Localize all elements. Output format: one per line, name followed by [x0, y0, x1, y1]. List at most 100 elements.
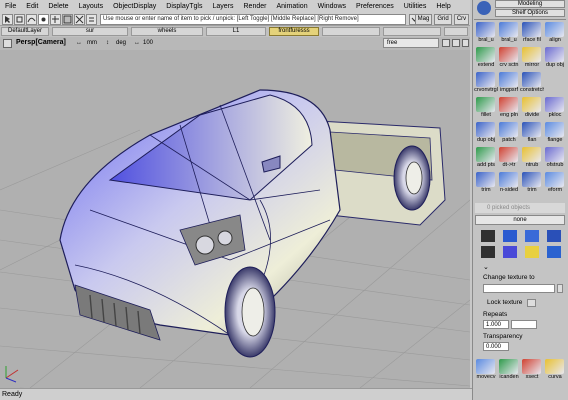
- menu-layouts[interactable]: Layouts: [74, 3, 109, 10]
- shelf-tool-n-sided[interactable]: n-sided: [497, 171, 520, 195]
- shelf-tool-eform[interactable]: eform: [543, 171, 566, 195]
- pick-options-icon[interactable]: [86, 14, 97, 25]
- lock-texture-checkbox[interactable]: [527, 299, 536, 307]
- duplicate-object-icon: [545, 47, 564, 62]
- shelf-tool-label: dup obj: [545, 62, 565, 68]
- texture-browse-icon[interactable]: [557, 284, 563, 293]
- menu-windows[interactable]: Windows: [313, 3, 351, 10]
- camera-mode-select[interactable]: free: [383, 38, 439, 48]
- repeats-u-field[interactable]: 1.000: [483, 320, 509, 329]
- mag-button[interactable]: Mag: [415, 14, 432, 25]
- shelf-tool-rface-fil[interactable]: rface fil: [520, 21, 543, 45]
- close-icon[interactable]: [462, 39, 469, 47]
- pick-cv-icon[interactable]: [14, 14, 25, 25]
- shelf-options-button[interactable]: Shelf Options: [495, 9, 565, 17]
- shelf-tool-ntrub[interactable]: ntrub: [520, 146, 543, 170]
- shelf-tool-extend[interactable]: extend: [474, 46, 497, 70]
- shader-swatch-8[interactable]: [547, 246, 561, 258]
- shelf-tool-crvonvtrgl[interactable]: crvonvtrgl: [474, 71, 498, 95]
- menu-delete[interactable]: Delete: [43, 3, 73, 10]
- layer-empty-1[interactable]: [322, 27, 380, 36]
- prompt-line[interactable]: Use mouse or enter name of item to pick …: [100, 14, 406, 25]
- window-menu-icon[interactable]: [3, 39, 12, 48]
- shelf-tool-flan[interactable]: flan: [520, 121, 543, 145]
- menu-displaytgls[interactable]: DisplayTgls: [161, 3, 207, 10]
- shelf-tool-trim[interactable]: trim: [474, 171, 497, 195]
- layer-empty-2[interactable]: [383, 27, 441, 36]
- shelf-tool-curva[interactable]: curva: [543, 358, 566, 382]
- shelf-tool-eng-pln[interactable]: eng pln: [497, 96, 520, 120]
- zoom-arrows-icon[interactable]: ↔: [134, 40, 140, 46]
- shelf-tool-crv-sctn[interactable]: crv sctn: [497, 46, 520, 70]
- shader-swatch-2[interactable]: [503, 230, 517, 242]
- menu-animation[interactable]: Animation: [271, 3, 312, 10]
- shelf-tool-blank[interactable]: [543, 71, 566, 95]
- picked-objects-select[interactable]: none: [475, 215, 565, 225]
- dolly-arrows-icon[interactable]: ↕: [106, 40, 109, 46]
- menu-edit[interactable]: Edit: [21, 3, 43, 10]
- layer-l1[interactable]: L1: [206, 27, 266, 36]
- shelf-tool-constretch[interactable]: constretch: [520, 71, 544, 95]
- shelf-tool-fillet[interactable]: fillet: [474, 96, 497, 120]
- menu-file[interactable]: File: [0, 3, 21, 10]
- shelf-tool-divide[interactable]: divide: [520, 96, 543, 120]
- shelf-tool-dup-obj[interactable]: dup obj: [543, 46, 566, 70]
- shelf-tool-flange[interactable]: flange: [543, 121, 566, 145]
- texture-field[interactable]: [483, 284, 555, 293]
- shelf-tool-align[interactable]: align: [543, 21, 566, 45]
- shader-swatch-3[interactable]: [525, 230, 539, 242]
- shelf-tool-bral-u[interactable]: bral_u: [497, 21, 520, 45]
- modeling-globe-icon[interactable]: [477, 1, 491, 15]
- maximize-icon[interactable]: [452, 39, 460, 47]
- perspective-viewport[interactable]: [0, 50, 470, 388]
- crv-button[interactable]: Crv: [454, 14, 469, 25]
- shelf-tool-xsect[interactable]: xsect: [520, 358, 543, 382]
- layer-sur[interactable]: sur: [52, 27, 128, 36]
- layer-frontfuresss[interactable]: frontfuresss: [269, 27, 319, 36]
- pick-locator-icon[interactable]: [74, 14, 85, 25]
- menu-layers[interactable]: Layers: [207, 3, 238, 10]
- menu-help[interactable]: Help: [431, 3, 455, 10]
- repeats-v-field[interactable]: [511, 320, 537, 329]
- menu-preferences[interactable]: Preferences: [351, 3, 399, 10]
- layer-wheels[interactable]: wheels: [131, 27, 203, 36]
- shelf-tool-ofstrub[interactable]: ofstrub: [543, 146, 566, 170]
- shelf-tool-dup-obj[interactable]: dup obj: [474, 121, 497, 145]
- model-canvas[interactable]: [0, 50, 470, 388]
- pick-template-icon[interactable]: [62, 14, 73, 25]
- shelf-tab-modeling[interactable]: Modeling: [495, 0, 565, 8]
- pick-point-icon[interactable]: [38, 14, 49, 25]
- transparency-label: Transparency: [483, 333, 523, 340]
- layer-empty-3[interactable]: [444, 27, 468, 36]
- menu-utilities[interactable]: Utilities: [399, 3, 432, 10]
- shader-swatch-7[interactable]: [525, 246, 539, 258]
- track-arrows-icon[interactable]: ↔: [76, 40, 82, 46]
- shelf-tool-patch[interactable]: patch: [497, 121, 520, 145]
- menu-render[interactable]: Render: [239, 3, 272, 10]
- layer-default[interactable]: DefaultLayer: [1, 27, 49, 36]
- menu-objectdisplay[interactable]: ObjectDisplay: [108, 3, 161, 10]
- shader-swatch-4[interactable]: [547, 230, 561, 242]
- grid-button[interactable]: Grid: [434, 14, 452, 25]
- shader-swatch-1[interactable]: [481, 230, 495, 242]
- pick-curve-icon[interactable]: [26, 14, 37, 25]
- transparency-field[interactable]: 0.000: [483, 342, 509, 351]
- collapse-arrow-icon[interactable]: ⌄: [483, 263, 489, 271]
- pick-component-icon[interactable]: [50, 14, 61, 25]
- shader-swatch-5[interactable]: [481, 246, 495, 258]
- minimize-icon[interactable]: [442, 39, 450, 47]
- shelf-tool-label: bral_u: [501, 37, 517, 43]
- shelf-tool-imgpsrf[interactable]: imgpsrf: [497, 71, 520, 95]
- shelf-tool-trim[interactable]: trim: [520, 171, 543, 195]
- shelf-tool-label: pkloc: [548, 112, 562, 118]
- shelf-tool-mirror[interactable]: mirror: [520, 46, 543, 70]
- pick-object-icon[interactable]: [2, 14, 13, 25]
- shelf-tool-add-pts[interactable]: add pts: [474, 146, 497, 170]
- unit-deg: deg: [116, 40, 127, 46]
- shelf-tool-pkloc[interactable]: pkloc: [543, 96, 566, 120]
- shelf-tool-icanden[interactable]: icanden: [497, 358, 520, 382]
- shelf-tool-bral-u[interactable]: bral_u: [474, 21, 497, 45]
- shelf-tool-movecv[interactable]: movecv: [474, 358, 497, 382]
- shelf-tool-dt-tr[interactable]: dt->tr: [497, 146, 520, 170]
- shader-swatch-6[interactable]: [503, 246, 517, 258]
